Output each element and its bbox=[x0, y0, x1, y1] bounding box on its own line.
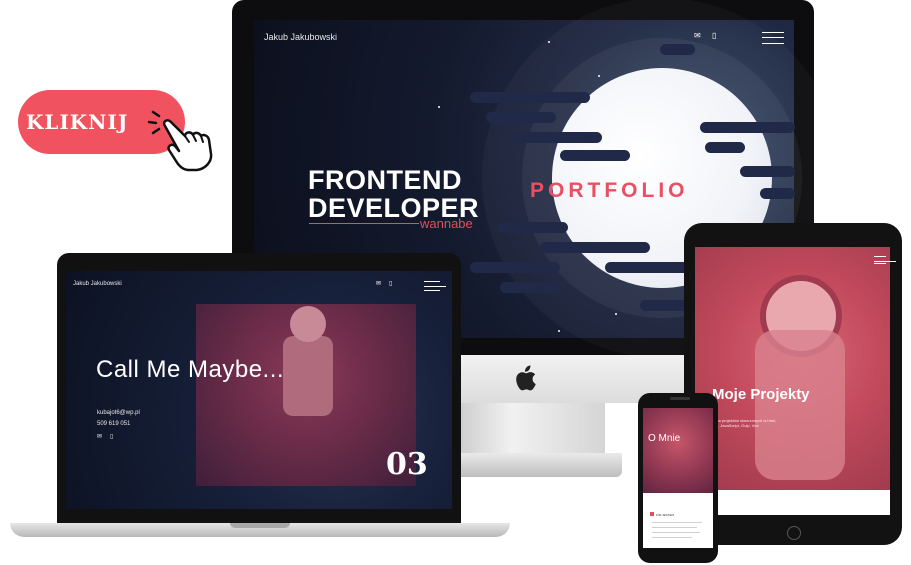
phone-icon[interactable]: ▯ bbox=[110, 433, 113, 440]
cloud-stripe bbox=[700, 122, 795, 133]
cloud-stripe bbox=[512, 132, 602, 143]
text-line bbox=[652, 532, 700, 533]
tablet-footer-strip bbox=[695, 490, 890, 515]
text-line bbox=[652, 537, 692, 538]
contact-headline: Call Me Maybe... bbox=[96, 356, 285, 383]
pointing-hand-icon bbox=[145, 106, 230, 179]
text-line bbox=[652, 527, 697, 528]
star bbox=[438, 106, 440, 108]
cloud-stripe bbox=[470, 92, 590, 103]
slide-number: 03 bbox=[386, 447, 428, 482]
hamburger-menu-icon[interactable] bbox=[762, 32, 784, 44]
about-title: O Mnie bbox=[648, 433, 681, 444]
phone-icon[interactable]: ▯ bbox=[712, 31, 716, 40]
phone-hero-image bbox=[643, 408, 713, 493]
mail-icon[interactable]: ✉ bbox=[694, 31, 701, 40]
headline-line1: FRONTEND bbox=[308, 165, 462, 195]
phone-icon[interactable]: ▯ bbox=[389, 280, 392, 287]
cloud-stripe bbox=[740, 166, 795, 177]
cloud-stripe bbox=[660, 44, 695, 55]
astronaut-figure bbox=[283, 336, 333, 416]
mail-icon[interactable]: ✉ bbox=[376, 280, 381, 287]
text-line bbox=[652, 522, 702, 523]
home-button[interactable] bbox=[787, 526, 801, 540]
cloud-stripe bbox=[560, 150, 630, 161]
kliknij-label: KLIKNIJ bbox=[26, 110, 129, 134]
laptop-notch bbox=[230, 523, 290, 528]
headline-underline bbox=[309, 223, 419, 224]
star bbox=[598, 75, 600, 77]
cloud-stripe bbox=[486, 112, 556, 123]
star bbox=[615, 313, 617, 315]
phone-speaker bbox=[670, 397, 690, 400]
apple-logo-icon bbox=[513, 364, 537, 397]
hamburger-menu-icon[interactable] bbox=[874, 256, 896, 264]
contact-email[interactable]: kubajot6@wp.pl bbox=[97, 410, 140, 416]
portfolio-title: PORTFOLIO bbox=[530, 179, 689, 202]
headline-subtitle: wannabe bbox=[420, 216, 473, 231]
author-name: Jakub Jakubowski bbox=[264, 32, 338, 42]
projects-title: Moje Projekty bbox=[712, 386, 810, 403]
star bbox=[548, 41, 550, 43]
cloud-stripe bbox=[540, 242, 650, 253]
cloud-stripe bbox=[500, 282, 560, 293]
cloud-stripe bbox=[498, 222, 568, 233]
about-subheading: KIM JESTEM bbox=[656, 513, 675, 517]
mail-icon[interactable]: ✉ bbox=[97, 433, 102, 440]
star bbox=[558, 330, 560, 332]
astronaut-helmet bbox=[290, 306, 326, 342]
cloud-stripe bbox=[470, 262, 560, 273]
cloud-stripe bbox=[705, 142, 745, 153]
hamburger-menu-icon[interactable] bbox=[424, 281, 446, 291]
contact-phone[interactable]: 509 619 051 bbox=[97, 421, 130, 427]
headline: FRONTEND DEVELOPER bbox=[308, 166, 479, 222]
astronaut-figure bbox=[755, 330, 845, 480]
author-name: Jakub Jakubowski bbox=[73, 281, 122, 287]
projects-caption: Kilka projektów stworzonych w html, css,… bbox=[712, 418, 777, 428]
cloud-stripe bbox=[760, 188, 795, 199]
accent-mark bbox=[650, 512, 654, 516]
imac-stand bbox=[450, 403, 605, 453]
